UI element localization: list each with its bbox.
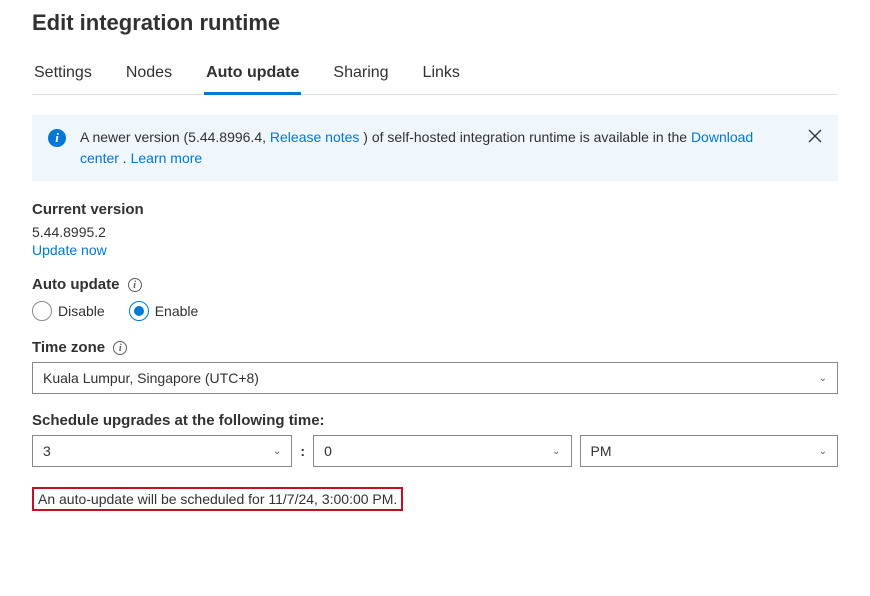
- time-colon: :: [300, 443, 305, 459]
- banner-period: .: [119, 150, 131, 166]
- auto-update-block: Auto update i Disable Enable: [32, 276, 838, 321]
- info-icon: i: [48, 129, 66, 147]
- info-banner-text: A newer version (5.44.8996.4, Release no…: [80, 127, 794, 169]
- radio-circle-icon: [129, 301, 149, 321]
- schedule-ampm-value: PM: [591, 443, 612, 459]
- current-version-block: Current version 5.44.8995.2 Update now: [32, 201, 838, 258]
- schedule-hour-value: 3: [43, 443, 51, 459]
- release-notes-link[interactable]: Release notes: [270, 129, 360, 145]
- close-icon[interactable]: [808, 129, 822, 146]
- radio-enable[interactable]: Enable: [129, 301, 199, 321]
- banner-text-pre: A newer version (5.44.8996.4,: [80, 129, 270, 145]
- page-title: Edit integration runtime: [32, 10, 838, 36]
- auto-update-label-text: Auto update: [32, 276, 120, 293]
- tab-nodes[interactable]: Nodes: [124, 56, 174, 94]
- schedule-label: Schedule upgrades at the following time:: [32, 412, 838, 429]
- current-version-value: 5.44.8995.2: [32, 224, 838, 240]
- radio-disable-label: Disable: [58, 303, 105, 319]
- chevron-down-icon: ⌄: [552, 446, 560, 457]
- banner-text-mid: ) of self-hosted integration runtime is …: [359, 129, 691, 145]
- current-version-label: Current version: [32, 201, 838, 218]
- scheduled-message-highlight: An auto-update will be scheduled for 11/…: [32, 487, 403, 511]
- schedule-hour-select[interactable]: 3 ⌄: [32, 435, 292, 467]
- info-hint-icon[interactable]: i: [128, 278, 142, 292]
- radio-circle-icon: [32, 301, 52, 321]
- schedule-minute-select[interactable]: 0 ⌄: [313, 435, 571, 467]
- time-zone-block: Time zone i Kuala Lumpur, Singapore (UTC…: [32, 339, 838, 394]
- radio-enable-label: Enable: [155, 303, 199, 319]
- info-banner: i A newer version (5.44.8996.4, Release …: [32, 115, 838, 181]
- chevron-down-icon: ⌄: [819, 446, 827, 457]
- tab-settings[interactable]: Settings: [32, 56, 94, 94]
- tab-sharing[interactable]: Sharing: [331, 56, 390, 94]
- time-zone-label-text: Time zone: [32, 339, 105, 356]
- chevron-down-icon: ⌄: [273, 446, 281, 457]
- schedule-block: Schedule upgrades at the following time:…: [32, 412, 838, 467]
- tab-auto-update[interactable]: Auto update: [204, 56, 301, 95]
- scheduled-message: An auto-update will be scheduled for 11/…: [38, 491, 397, 507]
- time-zone-value: Kuala Lumpur, Singapore (UTC+8): [43, 370, 259, 386]
- learn-more-link[interactable]: Learn more: [131, 150, 203, 166]
- time-zone-select[interactable]: Kuala Lumpur, Singapore (UTC+8) ⌄: [32, 362, 838, 394]
- update-now-link[interactable]: Update now: [32, 242, 107, 258]
- auto-update-label: Auto update i: [32, 276, 838, 293]
- schedule-ampm-select[interactable]: PM ⌄: [580, 435, 838, 467]
- tab-bar: Settings Nodes Auto update Sharing Links: [32, 56, 838, 95]
- info-hint-icon[interactable]: i: [113, 341, 127, 355]
- schedule-minute-value: 0: [324, 443, 332, 459]
- time-zone-label: Time zone i: [32, 339, 838, 356]
- tab-links[interactable]: Links: [421, 56, 462, 94]
- radio-disable[interactable]: Disable: [32, 301, 105, 321]
- chevron-down-icon: ⌄: [819, 373, 827, 384]
